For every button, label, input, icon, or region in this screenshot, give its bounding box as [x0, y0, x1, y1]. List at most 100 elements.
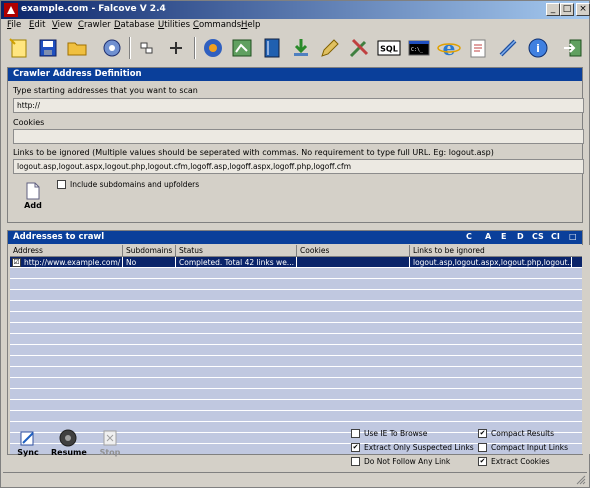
crawler-definition-header: Crawler Address Definition: [8, 68, 582, 81]
no-follow-label: Do Not Follow Any Link: [364, 457, 451, 466]
menu-file[interactable]: File: [7, 20, 21, 30]
ignore-links-input[interactable]: logout.asp,logout.aspx,logout.php,logout…: [13, 159, 584, 174]
sync-label: Sync: [17, 448, 39, 457]
table-body: ☑ http://www.example.com/ No Completed. …: [10, 257, 582, 454]
book-icon[interactable]: [260, 36, 284, 60]
filter-e-button[interactable]: E: [501, 232, 506, 241]
expand-icon[interactable]: [164, 36, 188, 60]
use-ie-label: Use IE To Browse: [364, 429, 428, 438]
sql-icon[interactable]: SQL: [377, 36, 401, 60]
add-page-icon: [26, 182, 40, 200]
tools-icon[interactable]: [347, 36, 371, 60]
crawler-definition-panel: Crawler Address Definition Type starting…: [7, 67, 584, 223]
menu-crawler[interactable]: Crawler: [78, 20, 111, 30]
title-bar[interactable]: example.com - Falcove V 2.4 _ □ ×: [1, 1, 590, 19]
status-bar: [3, 472, 587, 486]
cookies-input[interactable]: [13, 129, 584, 144]
resume-label: Resume: [51, 448, 87, 457]
add-button-label: Add: [24, 201, 42, 210]
column-subdomains[interactable]: Subdomains: [123, 245, 176, 257]
table-row[interactable]: ☑ http://www.example.com/ No Completed. …: [10, 257, 582, 268]
empty-row: [10, 389, 582, 400]
svg-text:i: i: [536, 42, 540, 55]
row-checkbox[interactable]: ☑: [12, 258, 21, 267]
compact-results-checkbox[interactable]: ✔: [478, 429, 487, 438]
resume-icon: [59, 429, 77, 447]
menu-commands[interactable]: Commands: [193, 20, 241, 30]
use-ie-checkbox[interactable]: [351, 429, 360, 438]
save-icon[interactable]: [36, 36, 60, 60]
spider-icon[interactable]: [201, 36, 225, 60]
menu-help[interactable]: Help: [241, 20, 260, 30]
menu-database[interactable]: Database: [114, 20, 155, 30]
help-icon[interactable]: i: [526, 36, 550, 60]
stop-button[interactable]: Stop: [93, 429, 127, 457]
ie-icon[interactable]: e: [437, 36, 461, 60]
app-window: example.com - Falcove V 2.4 _ □ × File E…: [0, 0, 590, 488]
empty-row: [10, 345, 582, 356]
extract-cookies-label: Extract Cookies: [491, 457, 550, 466]
window-title: example.com - Falcove V 2.4: [21, 4, 166, 14]
extract-suspected-checkbox[interactable]: ✔: [351, 443, 360, 452]
sync-button[interactable]: Sync: [11, 429, 45, 457]
filter-a-button[interactable]: A: [485, 232, 491, 241]
minimize-button[interactable]: _: [546, 3, 560, 16]
map-icon[interactable]: [230, 36, 254, 60]
menu-edit[interactable]: Edit: [29, 20, 45, 30]
table-scrollbar[interactable]: [582, 245, 590, 454]
menu-utilities[interactable]: Utilities: [158, 20, 190, 30]
pen-icon[interactable]: [318, 36, 342, 60]
column-cookies[interactable]: Cookies: [297, 245, 410, 257]
empty-row: [10, 279, 582, 290]
ignore-links-label: Links to be ignored (Multiple values sho…: [13, 148, 494, 157]
open-folder-icon[interactable]: [65, 36, 89, 60]
addresses-header: Addresses to crawl C A E D CS CI □: [8, 231, 582, 244]
filter-c-button[interactable]: C: [466, 232, 472, 241]
falcove-app-icon: [4, 3, 18, 17]
toolbar: SQL C:\_ e i: [1, 33, 589, 63]
cookies-label: Cookies: [13, 118, 45, 127]
column-address[interactable]: Address: [10, 245, 123, 257]
filter-d-button[interactable]: D: [517, 232, 524, 241]
resume-button[interactable]: Resume: [51, 429, 87, 457]
filter-cs-button[interactable]: CS: [532, 232, 544, 241]
download-icon[interactable]: [289, 36, 313, 60]
empty-row: [10, 411, 582, 422]
no-follow-checkbox[interactable]: [351, 457, 360, 466]
column-status[interactable]: Status: [176, 245, 297, 257]
notepad-icon[interactable]: [466, 36, 490, 60]
close-button[interactable]: ×: [576, 3, 590, 16]
add-button[interactable]: Add: [16, 182, 50, 210]
toolbar-separator: [194, 37, 196, 59]
cell-ignored: logout.asp,logout.aspx,logout.php,logout…: [410, 257, 572, 268]
sync-icon: [20, 431, 34, 446]
addresses-table: Address Subdomains Status Cookies Links …: [10, 245, 582, 454]
compact-input-checkbox[interactable]: [478, 443, 487, 452]
start-address-input[interactable]: http://: [13, 98, 584, 113]
empty-row: [10, 301, 582, 312]
empty-row: [10, 312, 582, 323]
sql-icon-label: SQL: [380, 45, 398, 54]
svg-text:e: e: [443, 36, 456, 60]
new-icon[interactable]: [7, 36, 31, 60]
exit-icon[interactable]: [561, 36, 585, 60]
empty-row: [10, 400, 582, 411]
addresses-panel: Addresses to crawl C A E D CS CI □ Addre…: [7, 230, 590, 455]
stop-label: Stop: [99, 448, 121, 457]
settings-icon[interactable]: [100, 36, 124, 60]
compact-results-label: Compact Results: [491, 429, 555, 438]
collapse-icon[interactable]: [135, 36, 159, 60]
column-ignored-links[interactable]: Links to be ignored: [410, 245, 582, 257]
menu-view[interactable]: View: [52, 20, 72, 30]
empty-row: [10, 290, 582, 301]
console-icon[interactable]: C:\_: [407, 36, 431, 60]
extract-cookies-checkbox[interactable]: ✔: [478, 457, 487, 466]
maximize-button[interactable]: □: [560, 3, 574, 16]
filter-ci-button[interactable]: CI: [551, 232, 560, 241]
filter-toggle-button[interactable]: □: [569, 232, 577, 241]
stop-icon: [103, 430, 117, 446]
empty-row: [10, 323, 582, 334]
link-icon[interactable]: [496, 36, 520, 60]
include-subdomains-checkbox[interactable]: [57, 180, 66, 189]
resize-grip-icon[interactable]: [576, 475, 586, 485]
